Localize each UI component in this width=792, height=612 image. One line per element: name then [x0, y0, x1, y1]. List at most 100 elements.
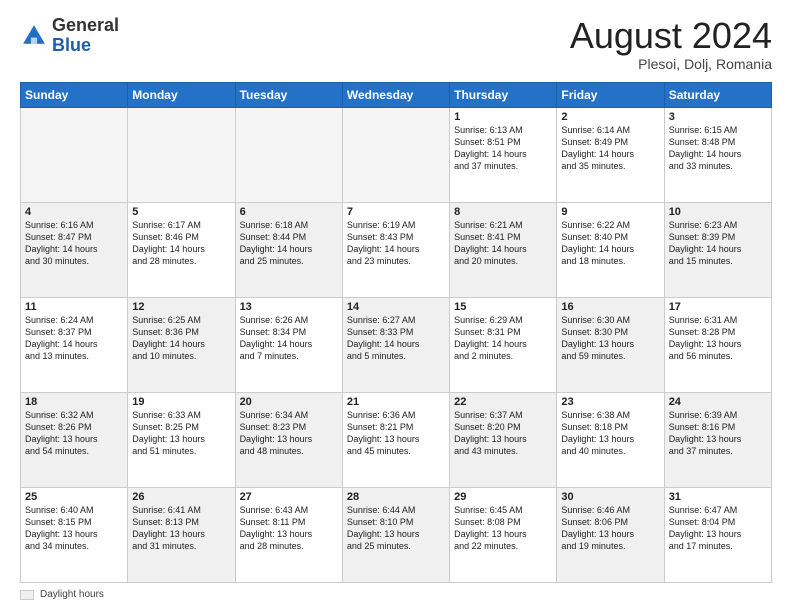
- day-info: Sunrise: 6:41 AMSunset: 8:13 PMDaylight:…: [132, 504, 230, 553]
- day-info: Sunrise: 6:13 AMSunset: 8:51 PMDaylight:…: [454, 124, 552, 173]
- day-number: 10: [669, 206, 767, 218]
- calendar-cell: 7Sunrise: 6:19 AMSunset: 8:43 PMDaylight…: [342, 202, 449, 297]
- logo-general: General: [52, 15, 119, 35]
- day-info: Sunrise: 6:15 AMSunset: 8:48 PMDaylight:…: [669, 124, 767, 173]
- day-info: Sunrise: 6:33 AMSunset: 8:25 PMDaylight:…: [132, 409, 230, 458]
- day-info: Sunrise: 6:26 AMSunset: 8:34 PMDaylight:…: [240, 314, 338, 363]
- col-tuesday: Tuesday: [235, 82, 342, 107]
- day-info: Sunrise: 6:43 AMSunset: 8:11 PMDaylight:…: [240, 504, 338, 553]
- calendar-cell: [21, 107, 128, 202]
- day-number: 30: [561, 491, 659, 503]
- day-number: 23: [561, 396, 659, 408]
- calendar-cell: 12Sunrise: 6:25 AMSunset: 8:36 PMDayligh…: [128, 297, 235, 392]
- calendar-row-2: 4Sunrise: 6:16 AMSunset: 8:47 PMDaylight…: [21, 202, 772, 297]
- day-info: Sunrise: 6:37 AMSunset: 8:20 PMDaylight:…: [454, 409, 552, 458]
- day-info: Sunrise: 6:27 AMSunset: 8:33 PMDaylight:…: [347, 314, 445, 363]
- day-number: 7: [347, 206, 445, 218]
- day-info: Sunrise: 6:19 AMSunset: 8:43 PMDaylight:…: [347, 219, 445, 268]
- day-number: 27: [240, 491, 338, 503]
- day-number: 2: [561, 111, 659, 123]
- calendar-cell: 23Sunrise: 6:38 AMSunset: 8:18 PMDayligh…: [557, 392, 664, 487]
- calendar-cell: 25Sunrise: 6:40 AMSunset: 8:15 PMDayligh…: [21, 487, 128, 582]
- calendar-cell: 26Sunrise: 6:41 AMSunset: 8:13 PMDayligh…: [128, 487, 235, 582]
- calendar-cell: 1Sunrise: 6:13 AMSunset: 8:51 PMDaylight…: [450, 107, 557, 202]
- calendar-cell: 10Sunrise: 6:23 AMSunset: 8:39 PMDayligh…: [664, 202, 771, 297]
- day-number: 24: [669, 396, 767, 408]
- day-number: 13: [240, 301, 338, 313]
- day-number: 31: [669, 491, 767, 503]
- day-info: Sunrise: 6:30 AMSunset: 8:30 PMDaylight:…: [561, 314, 659, 363]
- day-number: 15: [454, 301, 552, 313]
- day-number: 21: [347, 396, 445, 408]
- month-title: August 2024: [570, 16, 772, 56]
- col-wednesday: Wednesday: [342, 82, 449, 107]
- page: General Blue August 2024 Plesoi, Dolj, R…: [0, 0, 792, 612]
- day-info: Sunrise: 6:21 AMSunset: 8:41 PMDaylight:…: [454, 219, 552, 268]
- day-number: 8: [454, 206, 552, 218]
- calendar-cell: 2Sunrise: 6:14 AMSunset: 8:49 PMDaylight…: [557, 107, 664, 202]
- day-info: Sunrise: 6:40 AMSunset: 8:15 PMDaylight:…: [25, 504, 123, 553]
- day-info: Sunrise: 6:16 AMSunset: 8:47 PMDaylight:…: [25, 219, 123, 268]
- day-info: Sunrise: 6:36 AMSunset: 8:21 PMDaylight:…: [347, 409, 445, 458]
- day-info: Sunrise: 6:14 AMSunset: 8:49 PMDaylight:…: [561, 124, 659, 173]
- calendar-cell: 31Sunrise: 6:47 AMSunset: 8:04 PMDayligh…: [664, 487, 771, 582]
- day-number: 5: [132, 206, 230, 218]
- day-info: Sunrise: 6:17 AMSunset: 8:46 PMDaylight:…: [132, 219, 230, 268]
- calendar: Sunday Monday Tuesday Wednesday Thursday…: [20, 82, 772, 583]
- day-info: Sunrise: 6:29 AMSunset: 8:31 PMDaylight:…: [454, 314, 552, 363]
- day-number: 17: [669, 301, 767, 313]
- calendar-cell: 18Sunrise: 6:32 AMSunset: 8:26 PMDayligh…: [21, 392, 128, 487]
- day-number: 12: [132, 301, 230, 313]
- calendar-cell: 28Sunrise: 6:44 AMSunset: 8:10 PMDayligh…: [342, 487, 449, 582]
- day-number: 16: [561, 301, 659, 313]
- day-info: Sunrise: 6:47 AMSunset: 8:04 PMDaylight:…: [669, 504, 767, 553]
- col-monday: Monday: [128, 82, 235, 107]
- calendar-body: 1Sunrise: 6:13 AMSunset: 8:51 PMDaylight…: [21, 107, 772, 582]
- calendar-cell: 21Sunrise: 6:36 AMSunset: 8:21 PMDayligh…: [342, 392, 449, 487]
- calendar-cell: 17Sunrise: 6:31 AMSunset: 8:28 PMDayligh…: [664, 297, 771, 392]
- legend-label: Daylight hours: [40, 589, 104, 600]
- day-info: Sunrise: 6:46 AMSunset: 8:06 PMDaylight:…: [561, 504, 659, 553]
- day-number: 29: [454, 491, 552, 503]
- calendar-cell: 20Sunrise: 6:34 AMSunset: 8:23 PMDayligh…: [235, 392, 342, 487]
- day-info: Sunrise: 6:24 AMSunset: 8:37 PMDaylight:…: [25, 314, 123, 363]
- day-number: 19: [132, 396, 230, 408]
- calendar-cell: 29Sunrise: 6:45 AMSunset: 8:08 PMDayligh…: [450, 487, 557, 582]
- day-number: 20: [240, 396, 338, 408]
- calendar-cell: 19Sunrise: 6:33 AMSunset: 8:25 PMDayligh…: [128, 392, 235, 487]
- calendar-row-4: 18Sunrise: 6:32 AMSunset: 8:26 PMDayligh…: [21, 392, 772, 487]
- day-number: 1: [454, 111, 552, 123]
- legend: Daylight hours: [20, 589, 772, 600]
- day-info: Sunrise: 6:31 AMSunset: 8:28 PMDaylight:…: [669, 314, 767, 363]
- calendar-cell: 24Sunrise: 6:39 AMSunset: 8:16 PMDayligh…: [664, 392, 771, 487]
- calendar-cell: 6Sunrise: 6:18 AMSunset: 8:44 PMDaylight…: [235, 202, 342, 297]
- location: Plesoi, Dolj, Romania: [570, 56, 772, 72]
- col-saturday: Saturday: [664, 82, 771, 107]
- calendar-row-3: 11Sunrise: 6:24 AMSunset: 8:37 PMDayligh…: [21, 297, 772, 392]
- calendar-cell: [128, 107, 235, 202]
- day-number: 22: [454, 396, 552, 408]
- day-number: 26: [132, 491, 230, 503]
- title-block: August 2024 Plesoi, Dolj, Romania: [570, 16, 772, 72]
- day-number: 18: [25, 396, 123, 408]
- calendar-cell: 16Sunrise: 6:30 AMSunset: 8:30 PMDayligh…: [557, 297, 664, 392]
- calendar-cell: 27Sunrise: 6:43 AMSunset: 8:11 PMDayligh…: [235, 487, 342, 582]
- day-number: 4: [25, 206, 123, 218]
- day-info: Sunrise: 6:38 AMSunset: 8:18 PMDaylight:…: [561, 409, 659, 458]
- col-thursday: Thursday: [450, 82, 557, 107]
- calendar-cell: [342, 107, 449, 202]
- calendar-cell: 9Sunrise: 6:22 AMSunset: 8:40 PMDaylight…: [557, 202, 664, 297]
- calendar-cell: [235, 107, 342, 202]
- calendar-cell: 30Sunrise: 6:46 AMSunset: 8:06 PMDayligh…: [557, 487, 664, 582]
- calendar-cell: 15Sunrise: 6:29 AMSunset: 8:31 PMDayligh…: [450, 297, 557, 392]
- logo-icon: [20, 22, 48, 50]
- calendar-cell: 13Sunrise: 6:26 AMSunset: 8:34 PMDayligh…: [235, 297, 342, 392]
- col-friday: Friday: [557, 82, 664, 107]
- legend-box: [20, 590, 34, 600]
- day-info: Sunrise: 6:45 AMSunset: 8:08 PMDaylight:…: [454, 504, 552, 553]
- calendar-cell: 8Sunrise: 6:21 AMSunset: 8:41 PMDaylight…: [450, 202, 557, 297]
- logo: General Blue: [20, 16, 119, 56]
- day-number: 6: [240, 206, 338, 218]
- calendar-row-5: 25Sunrise: 6:40 AMSunset: 8:15 PMDayligh…: [21, 487, 772, 582]
- day-info: Sunrise: 6:32 AMSunset: 8:26 PMDaylight:…: [25, 409, 123, 458]
